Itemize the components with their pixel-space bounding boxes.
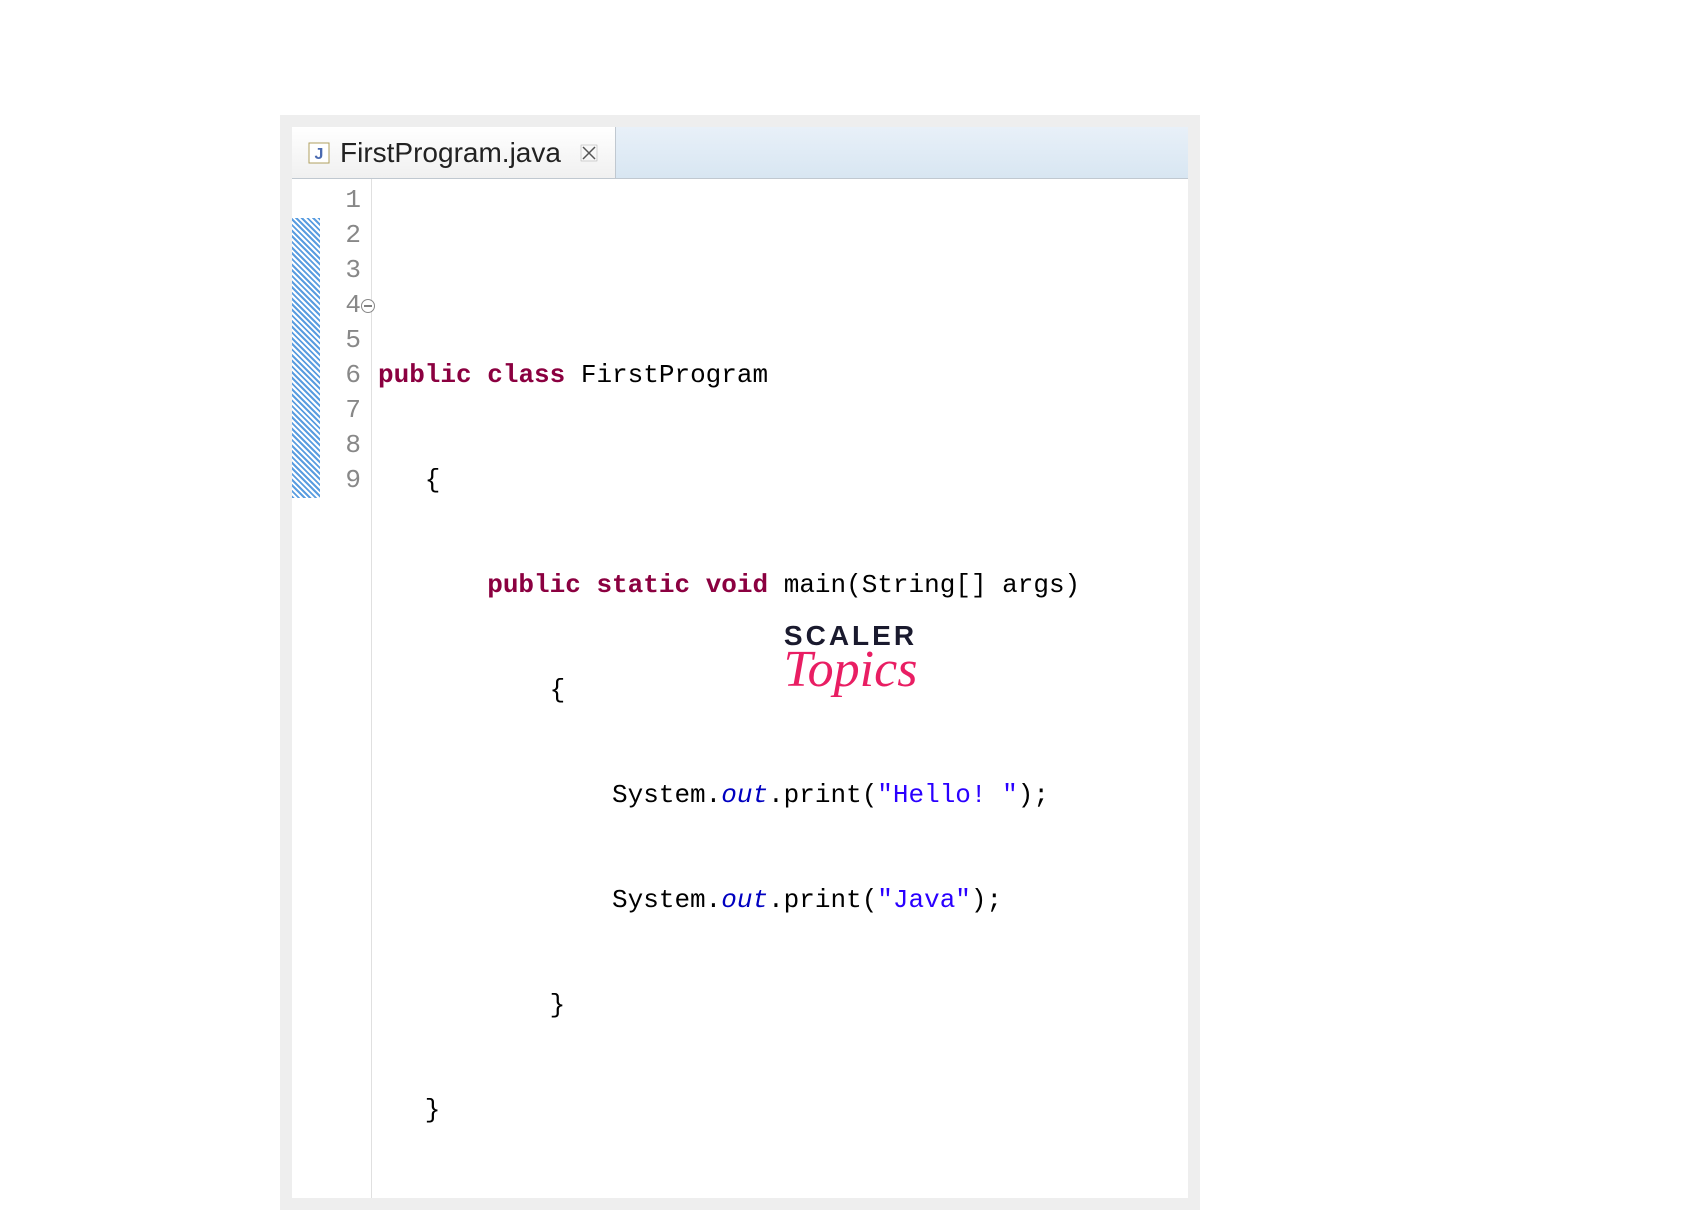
line-number: 2: [320, 218, 361, 253]
code-line: System.out.print("Hello! ");: [378, 778, 1188, 813]
line-number: 8: [320, 428, 361, 463]
code-line: {: [378, 463, 1188, 498]
line-number: 4: [320, 288, 361, 323]
code-line: public static void main(String[] args): [378, 568, 1188, 603]
line-gutter: 1 2 3 4 5 6 7 8 9: [320, 179, 372, 1198]
code-line: public class FirstProgram: [378, 358, 1188, 393]
tab-bar: J FirstProgram.java: [292, 127, 1188, 179]
line-number: 6: [320, 358, 361, 393]
line-number: 3: [320, 253, 361, 288]
line-number: 5: [320, 323, 361, 358]
java-file-icon: J: [308, 142, 330, 164]
code-line: }: [378, 1093, 1188, 1128]
editor-container: J FirstProgram.java 1 2: [280, 115, 1200, 1210]
close-tab-icon[interactable]: [579, 143, 599, 163]
logo-text-bottom: Topics: [784, 640, 918, 699]
svg-text:J: J: [315, 146, 324, 163]
tab-filename: FirstProgram.java: [340, 137, 561, 169]
code-line: [378, 253, 1188, 288]
code-area[interactable]: 1 2 3 4 5 6 7 8 9 public class FirstProg…: [292, 179, 1188, 1198]
line-number: 7: [320, 393, 361, 428]
scaler-logo: SCALER Topics: [784, 620, 918, 699]
line-number: 9: [320, 463, 361, 498]
change-marker-strip: [292, 179, 320, 1198]
code-line: }: [378, 988, 1188, 1023]
file-tab[interactable]: J FirstProgram.java: [292, 127, 616, 178]
code-content[interactable]: public class FirstProgram { public stati…: [372, 179, 1188, 1198]
line-number: 1: [320, 183, 361, 218]
fold-collapse-icon[interactable]: [361, 299, 375, 313]
code-line: System.out.print("Java");: [378, 883, 1188, 918]
editor-inner: J FirstProgram.java 1 2: [292, 127, 1188, 1198]
